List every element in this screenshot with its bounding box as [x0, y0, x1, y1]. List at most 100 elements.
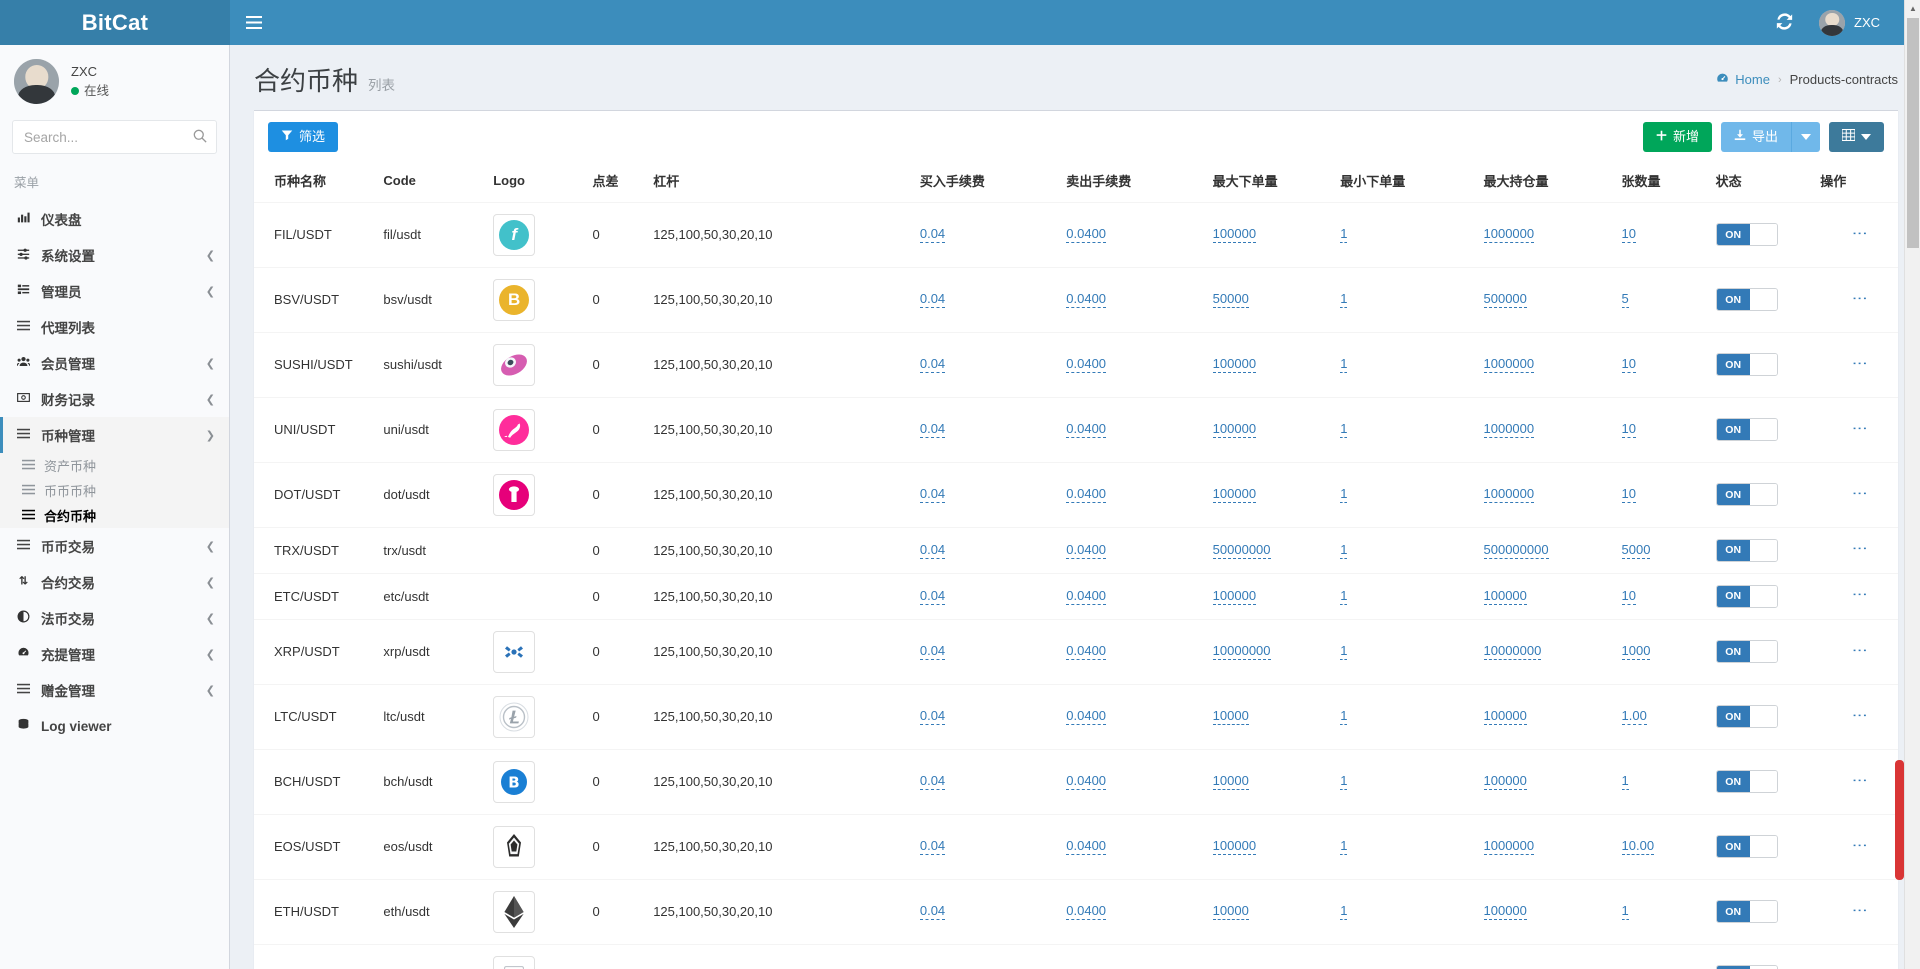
editable-sheets[interactable]: 10: [1621, 226, 1637, 244]
editable-max-position[interactable]: 500000: [1483, 291, 1527, 309]
editable-sheets[interactable]: 10: [1621, 356, 1637, 374]
col-spread[interactable]: 点差: [586, 160, 648, 203]
status-toggle[interactable]: ON: [1715, 900, 1778, 924]
status-toggle[interactable]: ON: [1715, 418, 1778, 442]
page-scrollbar-thumb[interactable]: [1907, 18, 1919, 248]
editable-sheets[interactable]: 10: [1621, 486, 1637, 504]
add-button[interactable]: 新增: [1642, 122, 1712, 152]
row-actions-menu-icon[interactable]: ⋮: [1851, 541, 1868, 556]
status-toggle[interactable]: ON: [1715, 640, 1778, 664]
editable-sell-fee[interactable]: 0.0400: [1066, 226, 1107, 244]
editable-max-position[interactable]: 100000: [1483, 903, 1527, 921]
editable-buy-fee[interactable]: 0.04: [919, 773, 946, 791]
row-actions-menu-icon[interactable]: ⋮: [1851, 838, 1868, 853]
sidebar-sublink-1[interactable]: 资产币种: [0, 453, 229, 478]
editable-min-order[interactable]: 1: [1340, 643, 1348, 661]
hamburger-icon[interactable]: [230, 0, 278, 45]
editable-min-order[interactable]: 1: [1340, 708, 1348, 726]
editable-max-position[interactable]: 1000000: [1483, 421, 1535, 439]
editable-max-order[interactable]: 100000: [1212, 421, 1257, 439]
editable-sheets[interactable]: 5: [1621, 291, 1629, 309]
editable-sell-fee[interactable]: 0.0400: [1066, 486, 1107, 504]
editable-sell-fee[interactable]: 0.0400: [1066, 708, 1107, 726]
filter-button[interactable]: 筛选: [268, 122, 339, 152]
sidebar-link-5[interactable]: 会员管理 ❮: [3, 345, 229, 381]
editable-sell-fee[interactable]: 0.0400: [1066, 773, 1107, 791]
row-actions-menu-icon[interactable]: ⋮: [1851, 226, 1868, 241]
editable-max-order[interactable]: 50000000: [1212, 542, 1271, 559]
editable-buy-fee[interactable]: 0.04: [919, 226, 946, 244]
editable-min-order[interactable]: 1: [1340, 903, 1348, 921]
editable-buy-fee[interactable]: 0.04: [919, 356, 946, 374]
sidebar-user-panel[interactable]: ZXC 在线: [0, 45, 229, 114]
editable-buy-fee[interactable]: 0.04: [919, 643, 946, 661]
row-actions-menu-icon[interactable]: ⋮: [1851, 903, 1868, 918]
editable-sheets[interactable]: 10: [1621, 588, 1637, 605]
editable-buy-fee[interactable]: 0.04: [919, 903, 946, 921]
status-toggle[interactable]: ON: [1715, 538, 1778, 562]
user-menu[interactable]: ZXC: [1819, 9, 1880, 36]
editable-max-position[interactable]: 1000000: [1483, 838, 1535, 856]
editable-buy-fee[interactable]: 0.04: [919, 542, 946, 559]
editable-sheets[interactable]: 10: [1621, 421, 1637, 439]
status-toggle[interactable]: ON: [1715, 353, 1778, 377]
editable-sell-fee[interactable]: 0.0400: [1066, 421, 1107, 439]
sidebar-link-4[interactable]: 代理列表: [3, 309, 229, 345]
status-toggle[interactable]: ON: [1715, 288, 1778, 312]
sidebar-link-6[interactable]: 财务记录 ❮: [3, 381, 229, 417]
status-toggle[interactable]: ON: [1715, 705, 1778, 729]
editable-sell-fee[interactable]: 0.0400: [1066, 291, 1107, 309]
editable-max-order[interactable]: 10000: [1212, 708, 1249, 726]
editable-sheets[interactable]: 5000: [1621, 542, 1651, 559]
editable-buy-fee[interactable]: 0.04: [919, 838, 946, 856]
editable-sell-fee[interactable]: 0.0400: [1066, 838, 1107, 856]
editable-buy-fee[interactable]: 0.04: [919, 708, 946, 726]
editable-sheets[interactable]: 1: [1621, 773, 1629, 791]
sidebar-link-11[interactable]: 充提管理 ❮: [3, 636, 229, 672]
editable-sell-fee[interactable]: 0.0400: [1066, 588, 1107, 605]
status-toggle[interactable]: ON: [1715, 965, 1778, 969]
editable-min-order[interactable]: 1: [1340, 356, 1348, 374]
row-actions-menu-icon[interactable]: ⋮: [1851, 643, 1868, 658]
editable-min-order[interactable]: 1: [1340, 588, 1348, 605]
sidebar-link-9[interactable]: ⇅ 合约交易 ❮: [3, 564, 229, 600]
sidebar-link-12[interactable]: 赠金管理 ❮: [3, 672, 229, 708]
column-settings-button[interactable]: [1829, 122, 1884, 152]
editable-max-order[interactable]: 100000: [1212, 356, 1257, 374]
sidebar-sublink-3[interactable]: 合约币种: [0, 503, 229, 528]
editable-max-order[interactable]: 100000: [1212, 838, 1257, 856]
row-actions-menu-icon[interactable]: ⋮: [1851, 587, 1868, 602]
editable-min-order[interactable]: 1: [1340, 421, 1348, 439]
refresh-icon[interactable]: [1776, 12, 1793, 33]
col-code[interactable]: Code: [377, 160, 488, 203]
row-actions-menu-icon[interactable]: ⋮: [1851, 773, 1868, 788]
brand-logo[interactable]: BitCat: [0, 0, 230, 45]
editable-max-position[interactable]: 100000: [1483, 773, 1527, 791]
col-logo[interactable]: Logo: [487, 160, 587, 203]
sidebar-link-2[interactable]: 系统设置 ❮: [3, 237, 229, 273]
status-toggle[interactable]: ON: [1715, 483, 1778, 507]
editable-max-position[interactable]: 500000000: [1483, 542, 1549, 559]
status-toggle[interactable]: ON: [1715, 835, 1778, 859]
editable-max-order[interactable]: 10000: [1212, 773, 1249, 791]
editable-sell-fee[interactable]: 0.0400: [1066, 643, 1107, 661]
editable-sell-fee[interactable]: 0.0400: [1066, 542, 1107, 559]
editable-sell-fee[interactable]: 0.0400: [1066, 356, 1107, 374]
editable-buy-fee[interactable]: 0.04: [919, 486, 946, 504]
sidebar-link-7[interactable]: 币种管理 ❯: [3, 417, 229, 453]
editable-sheets[interactable]: 1000: [1621, 643, 1651, 661]
status-toggle[interactable]: ON: [1715, 770, 1778, 794]
editable-buy-fee[interactable]: 0.04: [919, 421, 946, 439]
editable-max-position[interactable]: 10000000: [1483, 643, 1542, 661]
col-operations[interactable]: 操作: [1814, 160, 1898, 203]
editable-min-order[interactable]: 1: [1340, 226, 1348, 244]
editable-max-order[interactable]: 100000: [1212, 226, 1257, 244]
page-scrollbar[interactable]: ▲: [1904, 0, 1920, 969]
editable-buy-fee[interactable]: 0.04: [919, 588, 946, 605]
sidebar-link-10[interactable]: 法币交易 ❮: [3, 600, 229, 636]
row-actions-menu-icon[interactable]: ⋮: [1851, 421, 1868, 436]
status-toggle[interactable]: ON: [1715, 584, 1778, 608]
editable-max-position[interactable]: 100000: [1483, 588, 1527, 605]
export-button[interactable]: 导出: [1720, 122, 1791, 152]
sidebar-link-3[interactable]: 管理员 ❮: [3, 273, 229, 309]
